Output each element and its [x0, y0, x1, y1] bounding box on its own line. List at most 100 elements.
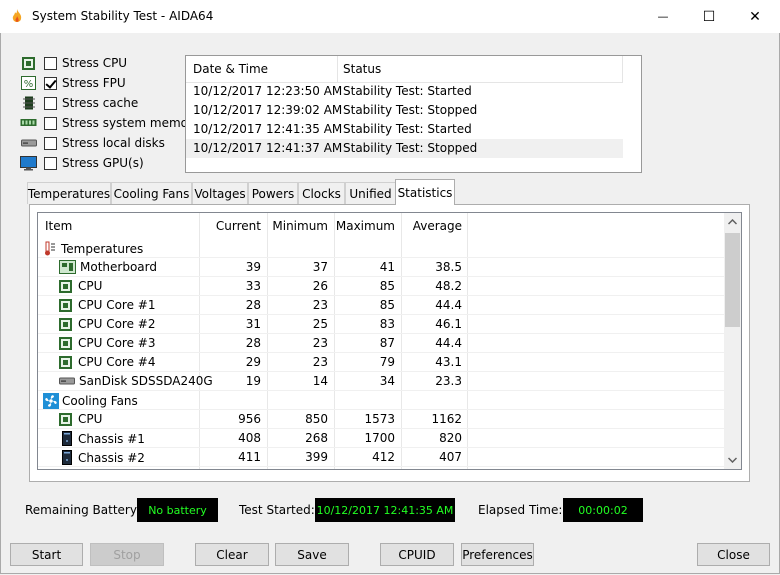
stress-memory-label: Stress system memory [62, 116, 201, 130]
stop-button[interactable]: Stop [90, 543, 164, 566]
start-button[interactable]: Start [10, 543, 83, 566]
value-average: 820 [439, 431, 462, 445]
close-icon: ✕ [749, 8, 761, 25]
tab-statistics[interactable]: Statistics [395, 179, 455, 205]
tab-cooling-fans[interactable]: Cooling Fans [111, 182, 192, 204]
elapsed-time-display: 00:00:02 [563, 498, 643, 522]
log-row-selected[interactable]: 10/12/2017 12:41:37 AM Stability Test: S… [186, 139, 623, 158]
value-average: 407 [439, 450, 462, 464]
item-label: Chassis #2 [78, 450, 145, 465]
log-header-status[interactable]: Status [343, 62, 381, 76]
item-label: CPU Core #4 [78, 355, 156, 369]
table-row[interactable]: CPU Core #2 31 25 83 46.1 [38, 315, 724, 334]
table-row[interactable]: Chassis #2 411 399 412 407 [38, 448, 724, 467]
value-current: 31 [245, 317, 261, 331]
stress-gpu-option[interactable]: Stress GPU(s) [20, 154, 144, 172]
log-header-datetime[interactable]: Date & Time [193, 62, 268, 76]
stress-cpu-label: Stress CPU [62, 56, 128, 70]
stress-gpu-checkbox[interactable] [44, 156, 57, 170]
scroll-down-icon[interactable] [728, 457, 737, 463]
memory-icon [20, 116, 37, 130]
column-header-maximum[interactable]: Maximum [335, 213, 395, 239]
tab-temperatures[interactable]: Temperatures [27, 182, 111, 204]
event-log-table[interactable]: Date & Time Status 10/12/2017 12:23:50 A… [185, 55, 642, 173]
item-label: CPU Core #2 [78, 317, 156, 331]
stress-cpu-checkbox[interactable] [44, 56, 57, 70]
stress-disks-checkbox[interactable] [44, 136, 57, 150]
column-header-current[interactable]: Current [200, 213, 261, 239]
table-row[interactable]: CPU Core #1 28 23 85 44.4 [38, 296, 724, 315]
tab-unified[interactable]: Unified [345, 182, 396, 204]
stress-memory-option[interactable]: Stress system memory [20, 114, 200, 132]
value-current: 28 [245, 298, 261, 312]
stress-memory-checkbox[interactable] [44, 116, 57, 130]
table-row[interactable]: CPU 956 850 1573 1162 [38, 410, 724, 429]
table-row[interactable]: CPU Core #3 28 23 87 44.4 [38, 334, 724, 353]
maximize-button[interactable]: ☐ [686, 0, 732, 33]
value-maximum: 1573 [364, 412, 395, 426]
scroll-up-icon[interactable] [728, 219, 737, 225]
log-row[interactable]: 10/12/2017 12:41:35 AM Stability Test: S… [186, 120, 623, 139]
minimize-button[interactable]: — [640, 0, 686, 33]
window-title: System Stability Test - AIDA64 [32, 9, 214, 23]
preferences-button[interactable]: Preferences [461, 543, 534, 566]
statistics-table[interactable]: Item Current Minimum Maximum Average Tem… [37, 212, 742, 470]
value-minimum: 37 [312, 260, 328, 274]
stress-cache-checkbox[interactable] [44, 96, 57, 110]
cpuid-button[interactable]: CPUID [380, 543, 454, 566]
value-minimum: 23 [312, 336, 328, 350]
close-button[interactable]: Close [697, 543, 770, 566]
stress-cache-option[interactable]: Stress cache [20, 94, 138, 112]
value-maximum: 87 [379, 336, 395, 350]
test-started-label: Test Started: [239, 503, 315, 517]
column-header-item[interactable]: Item [45, 213, 72, 239]
clear-button[interactable]: Clear [195, 543, 269, 566]
log-datetime: 10/12/2017 12:41:37 AM [193, 141, 343, 155]
log-row[interactable]: 10/12/2017 12:23:50 AM Stability Test: S… [186, 82, 623, 101]
stress-disks-label: Stress local disks [62, 136, 165, 150]
cpu-chip-icon [59, 317, 72, 331]
table-row[interactable]: CPU Core #4 29 23 79 43.1 [38, 353, 724, 372]
monitor-icon [20, 155, 37, 170]
column-header-minimum[interactable]: Minimum [268, 213, 328, 239]
group-row-cooling-fans[interactable]: Cooling Fans [38, 391, 724, 410]
value-minimum: 268 [305, 431, 328, 445]
close-window-button[interactable]: ✕ [732, 0, 778, 33]
disk-icon [59, 377, 75, 385]
group-label: Cooling Fans [62, 394, 138, 408]
group-row-temperatures[interactable]: Temperatures [38, 239, 724, 258]
log-status: Stability Test: Started [343, 122, 472, 136]
item-label: CPU [78, 412, 103, 426]
fpu-icon: % [20, 76, 37, 90]
tab-voltages[interactable]: Voltages [192, 182, 248, 204]
value-average: 48.2 [435, 279, 462, 293]
value-average: 38.5 [435, 260, 462, 274]
cpu-chip-icon [59, 336, 72, 350]
stress-cpu-option[interactable]: Stress CPU [20, 54, 127, 72]
table-row[interactable]: Chassis #1 408 268 1700 820 [38, 429, 724, 448]
value-maximum: 1700 [364, 431, 395, 445]
value-average: 1162 [431, 412, 462, 426]
value-maximum: 85 [379, 279, 395, 293]
vertical-scrollbar[interactable] [724, 213, 741, 469]
table-row[interactable]: SanDisk SDSSDA240G 19 14 34 23.3 [38, 372, 724, 391]
table-row[interactable]: CPU 33 26 85 48.2 [38, 277, 724, 296]
value-maximum: 85 [379, 298, 395, 312]
value-maximum: 34 [379, 374, 395, 388]
item-label: CPU Core #1 [78, 298, 156, 312]
value-maximum: 41 [379, 260, 395, 274]
tab-clocks[interactable]: Clocks [298, 182, 345, 204]
column-header-average[interactable]: Average [402, 213, 462, 239]
maximize-icon: ☐ [702, 8, 716, 25]
stress-fpu-option[interactable]: % Stress FPU [20, 74, 126, 92]
item-label: CPU [78, 279, 103, 293]
scrollbar-thumb[interactable] [725, 233, 740, 327]
stress-disks-option[interactable]: Stress local disks [20, 134, 165, 152]
value-maximum: 83 [379, 317, 395, 331]
stress-fpu-checkbox[interactable] [44, 76, 57, 90]
save-button[interactable]: Save [275, 543, 349, 566]
group-label: Temperatures [61, 241, 144, 256]
log-row[interactable]: 10/12/2017 12:39:02 AM Stability Test: S… [186, 101, 623, 120]
table-row[interactable]: Motherboard 39 37 41 38.5 [38, 258, 724, 277]
tab-powers[interactable]: Powers [248, 182, 298, 204]
